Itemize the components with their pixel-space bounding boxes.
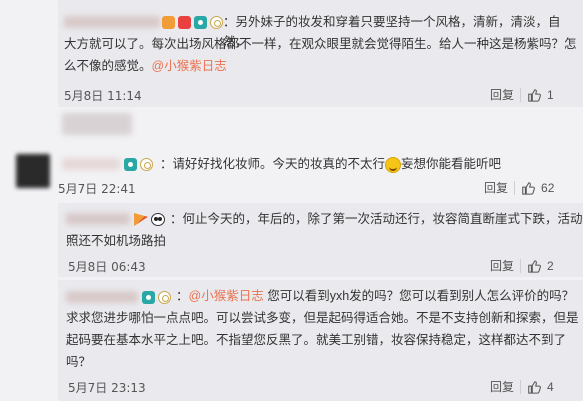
smile-emoji-icon: [385, 156, 402, 173]
comment-timestamp: 5月8日 11:14: [64, 89, 142, 103]
comment-timestamp: 5月8日 06:43: [68, 260, 146, 274]
member-badge-icon: [194, 16, 207, 29]
comment-timestamp: 5月7日 23:13: [68, 381, 146, 395]
like-thumb-icon[interactable]: [527, 259, 541, 273]
comment-text-line: 起码要在基本水平之上吧。不指望您反黑了。就美工别错，妆容保持稳定，这样都达不到了: [66, 333, 567, 347]
comment-card: ：何止今天的，年后的，除了第一次活动还行，妆容简直断崖式下跌，活动 照还不如机场…: [58, 203, 583, 277]
fan-badge-icon: [158, 291, 171, 304]
comment-text-line: ：何止今天的，年后的，除了第一次活动还行，妆容简直断崖式下跌，活动: [170, 212, 583, 226]
comment-text: 您可以看到yxh发的吗？您可以看到别人怎么评价的吗？: [263, 289, 575, 303]
comment-text-line: 求求您进步哪怕一点点吧。可以尝试多变，但是起码得适合她。不是不支持创新和探索，但…: [66, 311, 579, 325]
user-badges: [124, 158, 153, 171]
divider: [520, 87, 522, 102]
mention-link[interactable]: @小猴紫日志: [189, 289, 264, 303]
username-blurred[interactable]: [64, 16, 160, 28]
username-blurred[interactable]: [62, 158, 120, 170]
member-badge-icon: [142, 291, 155, 304]
like-thumb-icon[interactable]: [527, 88, 541, 102]
comment-text-line: 么不像的感觉。@小猴紫日志: [64, 56, 227, 76]
like-thumb-icon[interactable]: [521, 181, 535, 195]
user-badges: [134, 213, 165, 226]
comment-text: ：: [176, 289, 189, 303]
comment-text-line: 照还不如机场路拍: [66, 234, 167, 248]
like-count: 62: [541, 180, 555, 195]
level-badge-icon: [162, 16, 175, 29]
comment-text-line: 吗？: [66, 355, 92, 369]
comment-text: 妄想你能看能听吧: [401, 157, 502, 171]
reply-button[interactable]: 回复: [490, 378, 514, 395]
username-blurred[interactable]: [66, 291, 138, 303]
mention-link[interactable]: @小猴紫日志: [152, 59, 227, 73]
comment-actions: 回复 2: [490, 257, 554, 274]
divider: [514, 180, 516, 195]
comment-card: ：另外妹子的妆发和穿着只要坚持一个风格，清新，清淡，自然， 大方就可以了。每次出…: [58, 0, 583, 107]
panda-icon: [151, 213, 165, 226]
comment-timestamp: 5月7日 22:41: [58, 182, 136, 196]
fan-badge-icon: [140, 158, 153, 171]
reply-button[interactable]: 回复: [490, 257, 514, 274]
comment-text-line: ：请好好找化妆师。今天的妆真的不太行 妄想你能看能听吧: [160, 154, 501, 174]
flag-icon: [134, 213, 148, 226]
vip-badge-icon: [178, 16, 191, 29]
comment-text: 么不像的感觉。: [64, 59, 152, 73]
comment-card: ：@小猴紫日志 您可以看到yxh发的吗？您可以看到别人怎么评价的吗？ 求求您进步…: [58, 280, 583, 401]
member-badge-icon: [124, 158, 137, 171]
like-thumb-icon[interactable]: [527, 380, 541, 394]
reply-button[interactable]: 回复: [490, 86, 514, 103]
avatar[interactable]: [16, 154, 50, 188]
blurred-content: [62, 113, 132, 135]
comment-text-line: 大方就可以了。每次出场风格都不一样，在观众眼里就会觉得陌生。给人一种这是杨紫吗？…: [64, 37, 577, 51]
divider: [520, 258, 522, 273]
reply-button[interactable]: 回复: [484, 179, 508, 196]
comment-actions: 回复 62: [484, 179, 554, 196]
comment-text: ：请好好找化妆师。今天的妆真的不太行: [160, 157, 386, 171]
comment-card: ：请好好找化妆师。今天的妆真的不太行 妄想你能看能听吧 5月7日 22:41 回复…: [0, 145, 583, 200]
user-badges: [142, 291, 171, 304]
fan-badge-icon: [210, 16, 223, 29]
comment-text-line: ：@小猴紫日志 您可以看到yxh发的吗？您可以看到别人怎么评价的吗？: [176, 286, 574, 306]
divider: [520, 379, 522, 394]
like-count: 2: [547, 258, 554, 273]
username-blurred[interactable]: [66, 213, 130, 225]
user-badges: [162, 16, 223, 29]
comment-actions: 回复 1: [490, 86, 554, 103]
like-count: 1: [547, 87, 554, 102]
comment-actions: 回复 4: [490, 378, 554, 395]
like-count: 4: [547, 379, 554, 394]
